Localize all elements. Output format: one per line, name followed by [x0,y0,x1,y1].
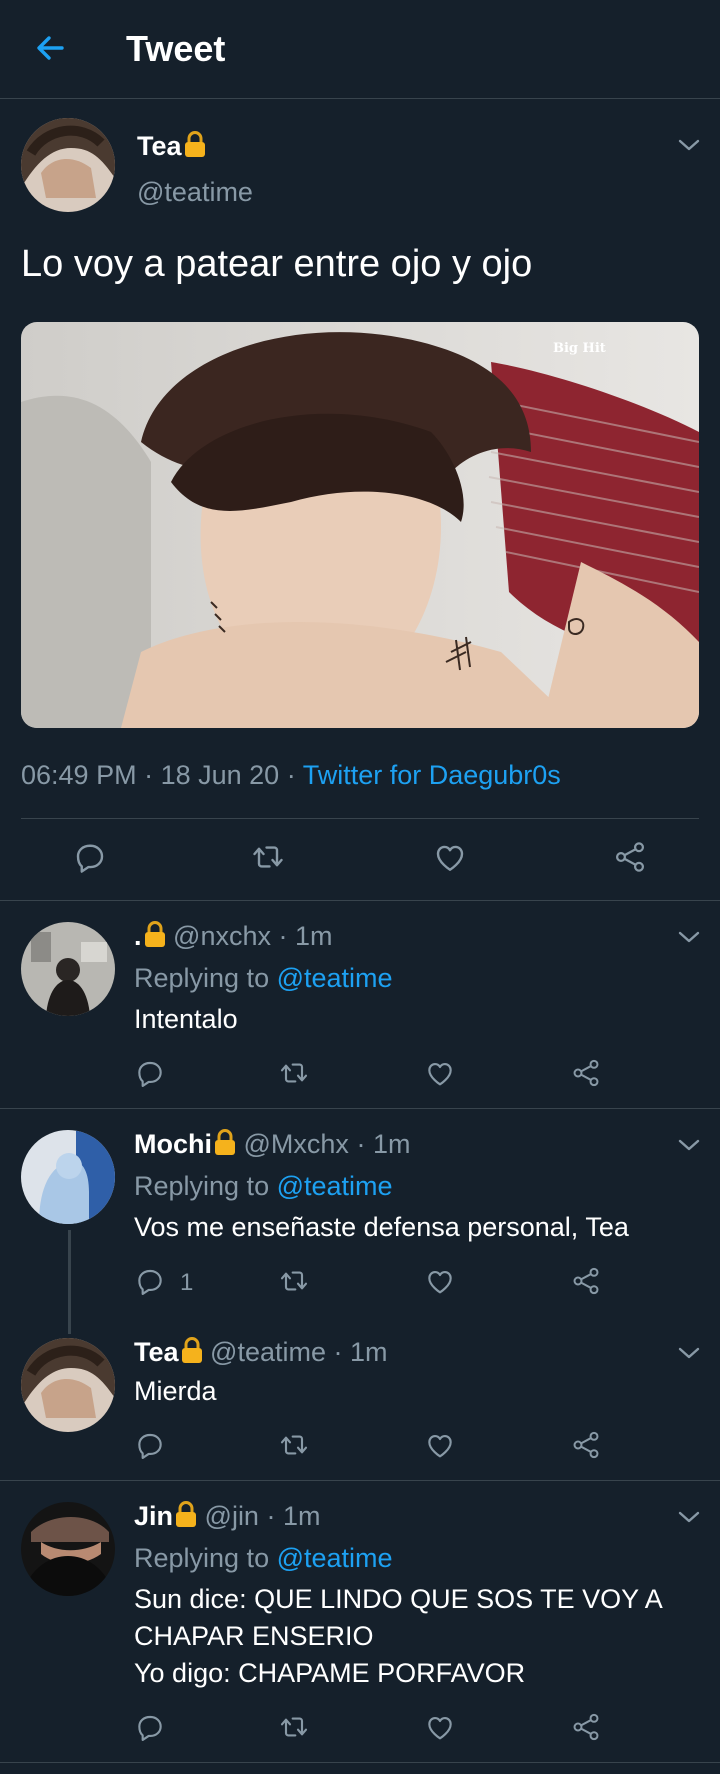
reply-text-line: Sun dice: QUE LINDO QUE SOS TE VOY A [134,1584,663,1614]
replying-to-link[interactable]: @teatime [277,963,393,993]
chevron-down-icon[interactable] [676,1344,702,1362]
divider [0,1762,720,1763]
tweet-text: Lo voy a patear entre ojo y ojo [21,243,533,285]
main-action-bar [0,839,720,879]
lock-icon [214,1128,236,1156]
avatar[interactable] [21,1130,115,1224]
reply-text: Vos me enseñaste defensa personal, Tea [134,1212,629,1242]
reply-count: 1 [180,1269,194,1296]
reply-author-handle[interactable]: @teatime [210,1337,326,1367]
reply-icon[interactable] [134,1265,166,1297]
author-name-row: Tea [137,130,206,162]
share-icon[interactable] [570,1057,602,1089]
reply-author-name[interactable]: Mochi [134,1129,212,1159]
lock-icon [181,1336,203,1364]
chevron-down-icon[interactable] [676,928,702,946]
replying-to: Replying to @teatime [134,1543,393,1574]
reply-time: 1m [294,921,333,951]
like-icon[interactable] [424,1711,456,1743]
divider [0,1108,720,1109]
retweet-icon[interactable] [250,839,286,875]
divider [0,900,720,901]
share-icon[interactable] [570,1265,602,1297]
reply-text: Intentalo [134,1004,238,1034]
reply-author-name[interactable]: Tea [134,1337,179,1367]
replying-to: Replying to @teatime [134,1171,393,1202]
top-bar: Tweet [0,0,720,99]
author-name[interactable]: Tea [137,131,182,161]
like-icon[interactable] [424,1429,456,1461]
like-icon[interactable] [424,1265,456,1297]
lock-icon [144,920,166,948]
reply-time: 1m [350,1337,388,1367]
lock-icon [184,130,206,158]
replying-to: Replying to @teatime [134,963,393,994]
avatar[interactable] [21,118,115,212]
reply-author-handle[interactable]: @Mxchx [244,1129,349,1159]
reply-action-bar [134,1711,654,1743]
back-arrow-icon[interactable] [32,30,68,66]
photo-watermark: Big Hit [553,341,606,356]
replying-to-label: Replying to [134,963,270,993]
tweet-source[interactable]: Twitter for Daegubr0s [303,760,561,790]
reply-text: Mierda [134,1376,217,1406]
chevron-down-icon[interactable] [676,1508,702,1526]
reply-icon[interactable] [134,1057,166,1089]
reply-icon[interactable] [134,1429,166,1461]
chevron-down-icon[interactable] [676,136,702,154]
like-icon[interactable] [424,1057,456,1089]
reply-author-name[interactable]: Jin [134,1501,173,1531]
share-icon[interactable] [570,1711,602,1743]
share-icon[interactable] [612,839,648,875]
reply-action-bar [134,1057,654,1089]
reply-time: 1m [372,1129,411,1159]
avatar[interactable] [21,1338,115,1432]
reply-author-name[interactable]: . [134,921,142,951]
reply-author-handle[interactable]: @nxchx [173,921,271,951]
avatar[interactable] [21,922,115,1016]
tweet-time: 06:49 PM [21,760,137,790]
reply-author-handle[interactable]: @jin [205,1501,259,1531]
retweet-icon[interactable] [278,1711,310,1743]
replying-to-label: Replying to [134,1543,270,1573]
reply-action-bar [134,1429,654,1461]
reply-action-bar: 1 [134,1265,654,1297]
reply-header: Mochi @Mxchx · 1m [134,1128,411,1159]
like-icon[interactable] [432,839,468,875]
reply-header: . @nxchx · 1m [134,920,333,951]
reply-text-line: Yo digo: CHAPAME PORFAVOR [134,1658,526,1688]
avatar[interactable] [21,1502,115,1596]
chevron-down-icon[interactable] [676,1136,702,1154]
page-title: Tweet [126,28,226,69]
thread-line [68,1230,71,1334]
lock-icon [175,1500,197,1528]
replying-to-link[interactable]: @teatime [277,1171,393,1201]
reply-time: 1m [282,1501,321,1531]
tweet-meta: 06:49 PM · 18 Jun 20 · Twitter for Daegu… [21,760,561,790]
reply-text-line: CHAPAR ENSERIO [134,1621,374,1651]
replying-to-label: Replying to [134,1171,270,1201]
reply-header: Tea @teatime · 1m [134,1336,388,1367]
retweet-icon[interactable] [278,1057,310,1089]
share-icon[interactable] [570,1429,602,1461]
replying-to-link[interactable]: @teatime [277,1543,393,1573]
divider [0,1480,720,1481]
author-handle[interactable]: @teatime [137,177,253,208]
reply-header: Jin @jin · 1m [134,1500,321,1531]
retweet-icon[interactable] [278,1429,310,1461]
reply-icon[interactable] [72,839,108,875]
reply-icon[interactable] [134,1711,166,1743]
divider [21,818,699,819]
tweet-date: 18 Jun 20 [160,760,280,790]
tweet-photo[interactable]: Big Hit [21,322,699,728]
retweet-icon[interactable] [278,1265,310,1297]
